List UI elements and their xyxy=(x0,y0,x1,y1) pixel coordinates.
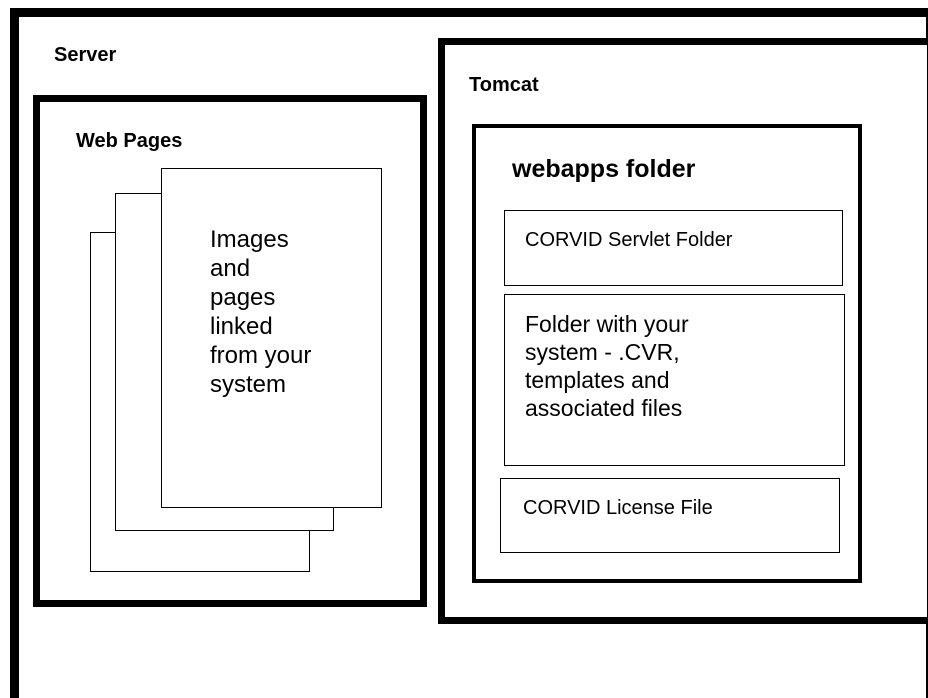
webapps-folder-title: webapps folder xyxy=(512,155,696,183)
corvid-license-file-label: CORVID License File xyxy=(523,497,713,519)
corvid-license-file-box: CORVID License File xyxy=(500,478,840,553)
corvid-servlet-folder-box: CORVID Servlet Folder xyxy=(504,210,843,286)
corvid-servlet-folder-label: CORVID Servlet Folder xyxy=(525,229,733,251)
system-folder-box: Folder with your system - .CVR, template… xyxy=(504,294,845,466)
page-sheet-text: Images and pages linked from your system xyxy=(210,226,312,398)
server-title: Server xyxy=(54,44,117,66)
page-sheet-front: Images and pages linked from your system xyxy=(161,168,382,508)
web-pages-title: Web Pages xyxy=(76,130,183,152)
system-folder-label: Folder with your system - .CVR, template… xyxy=(525,311,689,421)
tomcat-title: Tomcat xyxy=(469,74,539,96)
